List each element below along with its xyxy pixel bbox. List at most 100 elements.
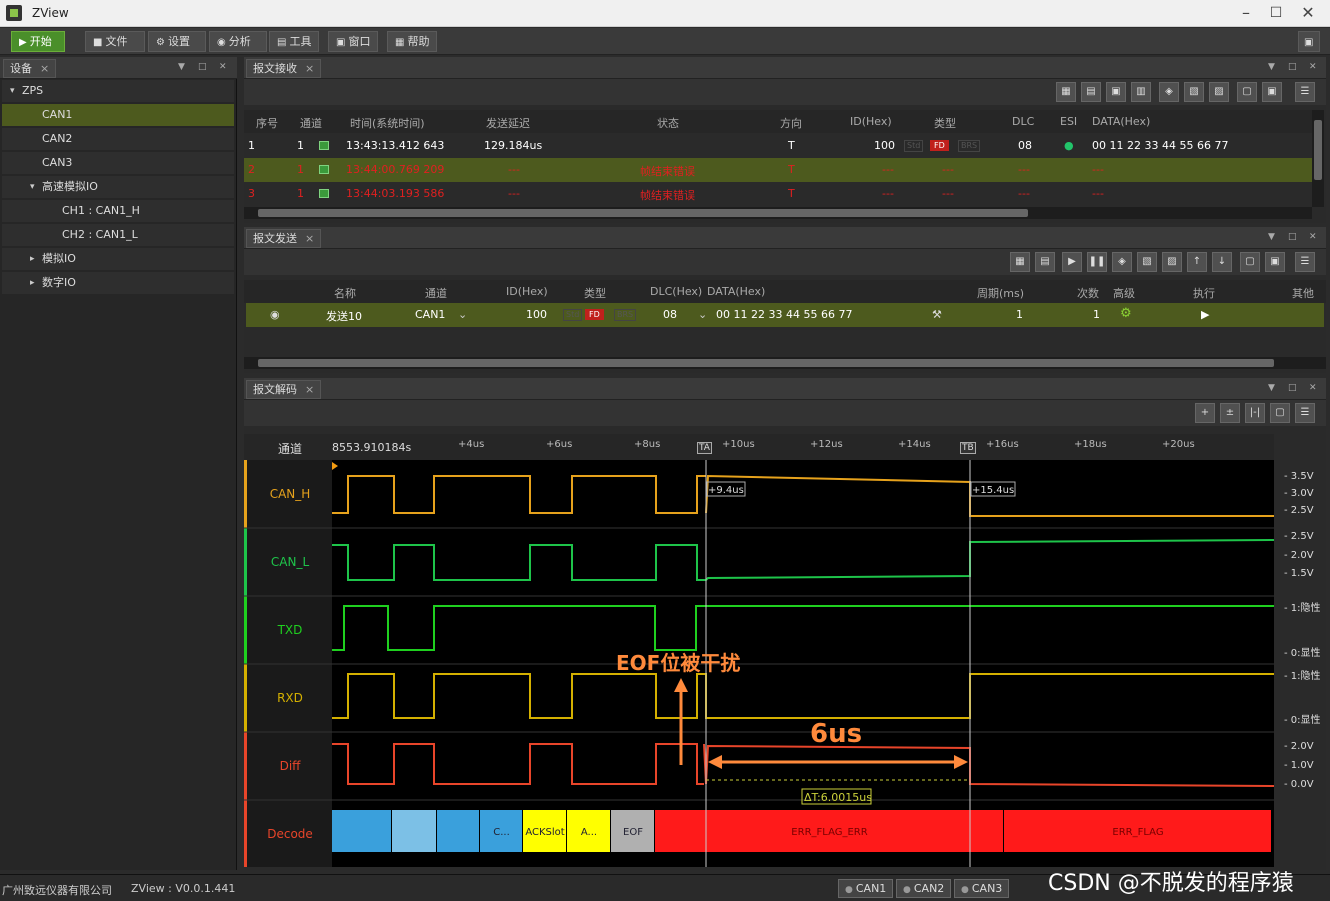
toolbar-icon-button[interactable]: ❚❚ bbox=[1087, 252, 1107, 272]
send-channel-select[interactable]: CAN1 bbox=[415, 308, 445, 321]
toolbar-icon-button[interactable]: ↓ bbox=[1212, 252, 1232, 272]
chevron-down-icon[interactable]: ⌄ bbox=[458, 308, 467, 321]
toolbar-icon-button[interactable]: ◈ bbox=[1112, 252, 1132, 272]
toolbar-icon-button[interactable]: ☰ bbox=[1295, 252, 1315, 272]
cursor-a-marker[interactable]: TA bbox=[697, 442, 712, 454]
tools-menu-button[interactable]: ▤ 工具 bbox=[269, 31, 319, 52]
chevron-down-icon[interactable]: ▾ bbox=[30, 176, 35, 198]
tab-decode[interactable]: 报文解码 × bbox=[246, 380, 322, 399]
play-icon[interactable]: ▶ bbox=[1201, 308, 1209, 321]
toolbar-icon-button[interactable]: ▢ bbox=[1270, 403, 1290, 423]
toolbar-icon-button[interactable]: ▤ bbox=[1035, 252, 1055, 272]
send-id[interactable]: 100 bbox=[526, 308, 547, 321]
tree-item[interactable]: CH2 : CAN1_L bbox=[2, 224, 234, 246]
toolbar-icon-button[interactable]: ± bbox=[1220, 403, 1240, 423]
chevron-right-icon[interactable]: ▸ bbox=[30, 248, 35, 270]
cursor-b-marker[interactable]: TB bbox=[960, 442, 976, 454]
close-icon[interactable]: × bbox=[305, 62, 314, 75]
float-icon[interactable]: □ bbox=[198, 62, 207, 72]
float-icon[interactable]: □ bbox=[1288, 62, 1297, 72]
tree-item[interactable]: ▾ ZPS bbox=[2, 80, 234, 102]
close-icon[interactable]: × bbox=[305, 232, 314, 245]
toolbar-icon-button[interactable]: ▥ bbox=[1131, 82, 1151, 102]
receive-hscrollbar[interactable] bbox=[244, 207, 1312, 219]
window-menu-button[interactable]: ▣ 窗口 bbox=[328, 31, 378, 52]
can-status-button[interactable]: CAN1 bbox=[838, 879, 894, 898]
toolbar-icon-button[interactable]: ▣ bbox=[1262, 82, 1282, 102]
toolbar-icon-button[interactable]: ▧ bbox=[1137, 252, 1157, 272]
close-icon[interactable]: ✕ bbox=[1309, 62, 1317, 72]
tree-item[interactable]: CAN2 bbox=[2, 128, 234, 150]
tree-item[interactable]: CH1 : CAN1_H bbox=[2, 200, 234, 222]
maximize-button[interactable]: ☐ bbox=[1262, 2, 1290, 24]
scroll-thumb[interactable] bbox=[258, 359, 1274, 367]
chevron-down-icon[interactable]: ▾ bbox=[10, 80, 15, 102]
toolbar-icon-button[interactable]: ▢ bbox=[1240, 252, 1260, 272]
dropdown-icon[interactable]: ▼ bbox=[1268, 62, 1275, 72]
dropdown-icon[interactable]: ▼ bbox=[1268, 383, 1275, 393]
toolbar-icon-button[interactable]: ▣ bbox=[1265, 252, 1285, 272]
can-status-button[interactable]: CAN2 bbox=[896, 879, 952, 898]
close-icon[interactable]: ✕ bbox=[1309, 232, 1317, 242]
toolbar-icon-button[interactable]: ▶ bbox=[1062, 252, 1082, 272]
send-data[interactable]: 00 11 22 33 44 55 66 77 bbox=[716, 308, 852, 321]
tree-item[interactable]: CAN1 bbox=[2, 104, 234, 126]
float-icon[interactable]: □ bbox=[1288, 232, 1297, 242]
dropdown-icon[interactable]: ▼ bbox=[178, 62, 185, 72]
float-icon[interactable]: □ bbox=[1288, 383, 1297, 393]
start-button[interactable]: ▶ 开始 bbox=[11, 31, 65, 52]
close-icon[interactable]: ✕ bbox=[1309, 383, 1317, 393]
tab-send[interactable]: 报文发送 × bbox=[246, 229, 322, 248]
tree-item[interactable]: ▸ 数字IO bbox=[2, 272, 234, 294]
toolbar-icon-button[interactable]: ◈ bbox=[1159, 82, 1179, 102]
toolbar-icon-button[interactable]: |-| bbox=[1245, 403, 1265, 423]
table-row[interactable]: 3 1 13:44:03.193 586 --- 帧结束错误 T --- --- --- --- bbox=[244, 182, 1312, 206]
tree-item[interactable]: ▸ 模拟IO bbox=[2, 248, 234, 270]
toolbar-icon-button[interactable]: ↑ bbox=[1187, 252, 1207, 272]
can-status-button[interactable]: CAN3 bbox=[954, 879, 1010, 898]
receive-vscrollbar[interactable] bbox=[1312, 110, 1324, 207]
toolbar-icon-button[interactable]: + bbox=[1195, 403, 1215, 423]
toolbar-icon-button[interactable]: ▦ bbox=[1010, 252, 1030, 272]
settings-menu-button[interactable]: ⚙ 设置 bbox=[148, 31, 206, 52]
tree-item[interactable]: CAN3 bbox=[2, 152, 234, 174]
gear-icon[interactable]: ⚙ bbox=[1120, 306, 1132, 321]
send-dlc-select[interactable]: 08 bbox=[663, 308, 677, 321]
toolbar-icon-button[interactable]: ☰ bbox=[1295, 403, 1315, 423]
toolbar-icon-button[interactable]: ▦ bbox=[1056, 82, 1076, 102]
chevron-down-icon[interactable]: ⌄ bbox=[698, 308, 707, 321]
toolbar-icon-button[interactable]: ▣ bbox=[1106, 82, 1126, 102]
send-period[interactable]: 1 bbox=[1016, 308, 1023, 321]
toolbar-icon-button[interactable]: ☰ bbox=[1295, 82, 1315, 102]
tree-item[interactable]: ▾ 高速模拟IO bbox=[2, 176, 234, 198]
toolbar-icon-button[interactable]: ▢ bbox=[1237, 82, 1257, 102]
dropdown-icon[interactable]: ▼ bbox=[1268, 232, 1275, 242]
scroll-thumb[interactable] bbox=[258, 209, 1028, 217]
send-count[interactable]: 1 bbox=[1093, 308, 1100, 321]
toolbar-icon-button[interactable]: ▨ bbox=[1162, 252, 1182, 272]
screenshot-button[interactable]: ▣ bbox=[1298, 31, 1320, 52]
file-menu-button[interactable]: ■ 文件 bbox=[85, 31, 145, 52]
toolbar-icon-button[interactable]: ▨ bbox=[1209, 82, 1229, 102]
table-row[interactable]: 1 1 13:43:13.412 643 129.184us T 100 Std FD BRS 0… bbox=[244, 134, 1312, 158]
toolbar-icon-button[interactable]: ▧ bbox=[1184, 82, 1204, 102]
analyze-menu-button[interactable]: ◉ 分析 bbox=[209, 31, 267, 52]
chevron-right-icon[interactable]: ▸ bbox=[30, 272, 35, 294]
channel-label: Decode bbox=[267, 827, 313, 841]
tab-receive[interactable]: 报文接收 × bbox=[246, 59, 322, 78]
waveform-view[interactable]: CAN_H CAN_L TXD RXD Diff Decode C... ACKSlot A..… bbox=[244, 460, 1274, 867]
close-button[interactable]: ✕ bbox=[1294, 2, 1322, 24]
close-icon[interactable]: × bbox=[305, 383, 314, 396]
send-hscrollbar[interactable] bbox=[244, 357, 1326, 369]
minimize-button[interactable]: – bbox=[1232, 2, 1260, 24]
tab-device[interactable]: 设备 × bbox=[3, 59, 57, 78]
close-icon[interactable]: × bbox=[40, 62, 49, 75]
help-menu-button[interactable]: ▦ 帮助 bbox=[387, 31, 437, 52]
toolbar-icon-button[interactable]: ▤ bbox=[1081, 82, 1101, 102]
close-icon[interactable]: ✕ bbox=[219, 62, 227, 72]
table-row[interactable]: 2 1 13:44:00.769 209 --- 帧结束错误 T --- --- --- --- bbox=[244, 158, 1312, 182]
send-row[interactable]: ◉ 发送10 CAN1 ⌄ 100 Std FD BRS 08 ⌄ 00 11 … bbox=[246, 303, 1324, 327]
scroll-thumb[interactable] bbox=[1314, 120, 1322, 180]
fd-badge[interactable]: FD bbox=[585, 309, 604, 320]
wrench-icon[interactable]: ⚒ bbox=[932, 308, 942, 321]
